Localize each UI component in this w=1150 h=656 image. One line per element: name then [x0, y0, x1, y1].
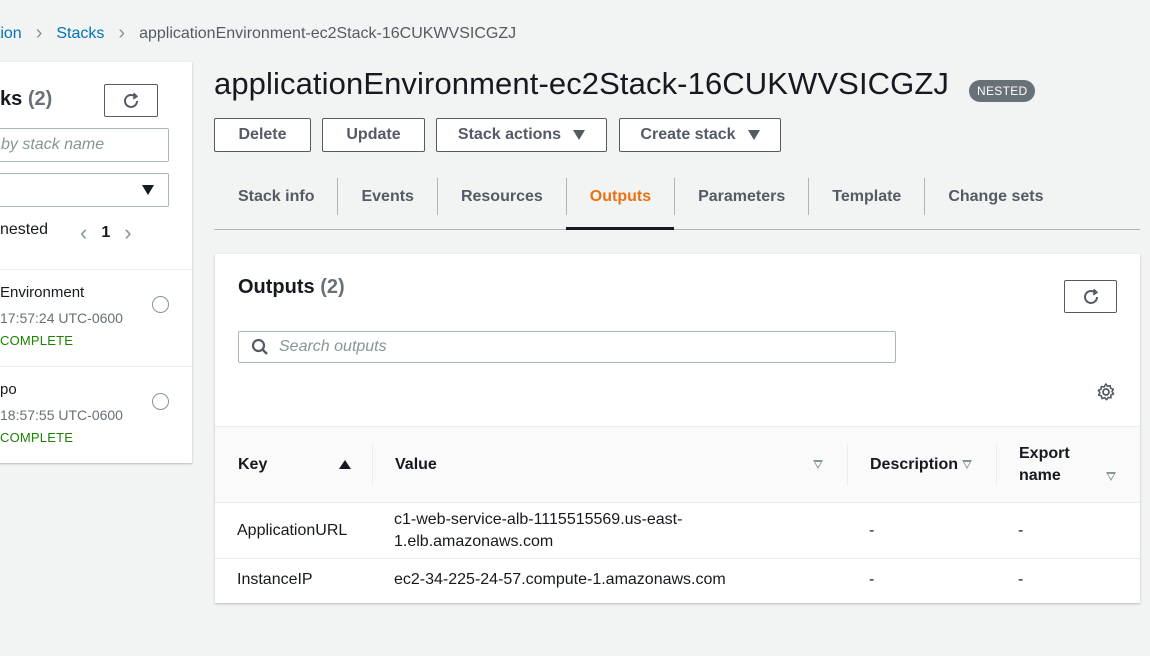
column-divider	[847, 444, 848, 486]
column-header-key[interactable]: Key	[238, 427, 267, 503]
refresh-icon	[124, 92, 139, 108]
breadcrumb-link-stacks[interactable]: Stacks	[56, 25, 104, 43]
column-header-export-name[interactable]: Export name	[1019, 427, 1070, 503]
outputs-search-input[interactable]: Search outputs	[238, 331, 896, 363]
chevron-right-icon[interactable]: ›	[124, 222, 131, 244]
chevron-right-icon: ›	[118, 22, 126, 44]
caret-down-icon	[573, 130, 586, 140]
stacks-panel-title: ks (2)	[0, 88, 53, 110]
output-export-name: -	[1018, 571, 1024, 588]
output-key: ApplicationURL	[237, 522, 348, 539]
chevron-left-icon[interactable]: ‹	[80, 222, 87, 244]
stack-list-item[interactable]: Environment 17:57:24 UTC-0600 COMPLETE	[0, 269, 192, 366]
output-key: InstanceIP	[237, 571, 313, 588]
column-header-description[interactable]: Description	[870, 427, 958, 503]
stack-name[interactable]: Environment	[0, 284, 84, 301]
refresh-icon	[1083, 288, 1098, 304]
column-header-value[interactable]: Value	[395, 427, 437, 503]
column-divider	[996, 444, 997, 486]
view-nested-toggle-label[interactable]: nested	[0, 221, 48, 239]
stack-search-input[interactable]: by stack name	[0, 128, 169, 162]
stack-filter-select[interactable]	[0, 173, 169, 207]
output-description: -	[869, 522, 875, 539]
stack-actions-button[interactable]: Stack actions	[436, 118, 607, 152]
breadcrumb-current: applicationEnvironment-ec2Stack-16CUKWVS…	[139, 24, 517, 42]
column-divider	[372, 444, 373, 486]
output-value: c1-web-service-alb-1115515569.us-east- 1…	[394, 511, 683, 550]
stack-radio[interactable]	[152, 393, 169, 410]
update-button[interactable]: Update	[322, 118, 425, 152]
stacks-pagination: ‹ 1 ›	[80, 222, 132, 244]
sort-icon[interactable]	[1106, 472, 1116, 481]
caret-down-icon	[142, 185, 154, 195]
stack-status: COMPLETE	[0, 333, 74, 348]
breadcrumb-link-root[interactable]: ation	[0, 25, 22, 43]
tab-change-sets[interactable]: Change sets	[924, 166, 1066, 229]
delete-button[interactable]: Delete	[214, 118, 311, 152]
create-stack-label: Create stack	[640, 126, 736, 143]
chevron-right-icon: ›	[35, 22, 43, 44]
tab-resources[interactable]: Resources	[436, 166, 566, 229]
sort-ascending-icon[interactable]	[339, 460, 351, 469]
page-title: applicationEnvironment-ec2Stack-16CUKWVS…	[214, 66, 949, 101]
stack-created-time: 18:57:55 UTC-0600	[0, 407, 123, 423]
tab-events[interactable]: Events	[337, 166, 436, 229]
tab-stack-info[interactable]: Stack info	[214, 166, 337, 229]
output-description: -	[869, 571, 875, 588]
create-stack-button[interactable]: Create stack	[619, 118, 781, 152]
table-row: InstanceIP ec2-34-225-24-57.compute-1.am…	[215, 559, 1140, 603]
output-value: ec2-34-225-24-57.compute-1.amazonaws.com	[394, 571, 726, 588]
outputs-title: Outputs (2)	[238, 276, 345, 298]
sort-icon[interactable]	[813, 460, 823, 469]
search-placeholder: Search outputs	[279, 338, 387, 355]
nested-badge: NESTED	[969, 80, 1036, 102]
stacks-refresh-button[interactable]	[104, 84, 158, 117]
breadcrumb: ation › Stacks › applicationEnvironment-…	[0, 22, 516, 45]
sort-icon[interactable]	[962, 460, 972, 469]
page-number[interactable]: 1	[101, 224, 110, 242]
outputs-panel: Outputs (2) Search outputs Key Value Des…	[215, 254, 1140, 603]
stack-list-item[interactable]: po 18:57:55 UTC-0600 COMPLETE	[0, 366, 192, 463]
stack-actions-label: Stack actions	[457, 126, 562, 143]
stack-status: COMPLETE	[0, 430, 74, 445]
stack-radio[interactable]	[152, 296, 169, 313]
outputs-table-header: Key Value Description Export name	[215, 426, 1140, 503]
tab-parameters[interactable]: Parameters	[674, 166, 808, 229]
stacks-panel: ks (2) by stack name nested ‹ 1 › Enviro…	[0, 62, 192, 463]
outputs-refresh-button[interactable]	[1064, 280, 1117, 313]
search-icon	[251, 338, 268, 355]
gear-icon[interactable]	[1096, 382, 1116, 407]
tab-outputs[interactable]: Outputs	[565, 166, 675, 230]
stack-tabs: Stack info Events Resources Outputs Para…	[214, 166, 1140, 230]
tab-template[interactable]: Template	[808, 166, 924, 229]
stack-created-time: 17:57:24 UTC-0600	[0, 310, 123, 326]
table-row: ApplicationURL c1-web-service-alb-111551…	[215, 503, 1140, 559]
caret-down-icon	[747, 130, 760, 140]
output-export-name: -	[1018, 522, 1024, 539]
stack-name[interactable]: po	[0, 381, 17, 398]
